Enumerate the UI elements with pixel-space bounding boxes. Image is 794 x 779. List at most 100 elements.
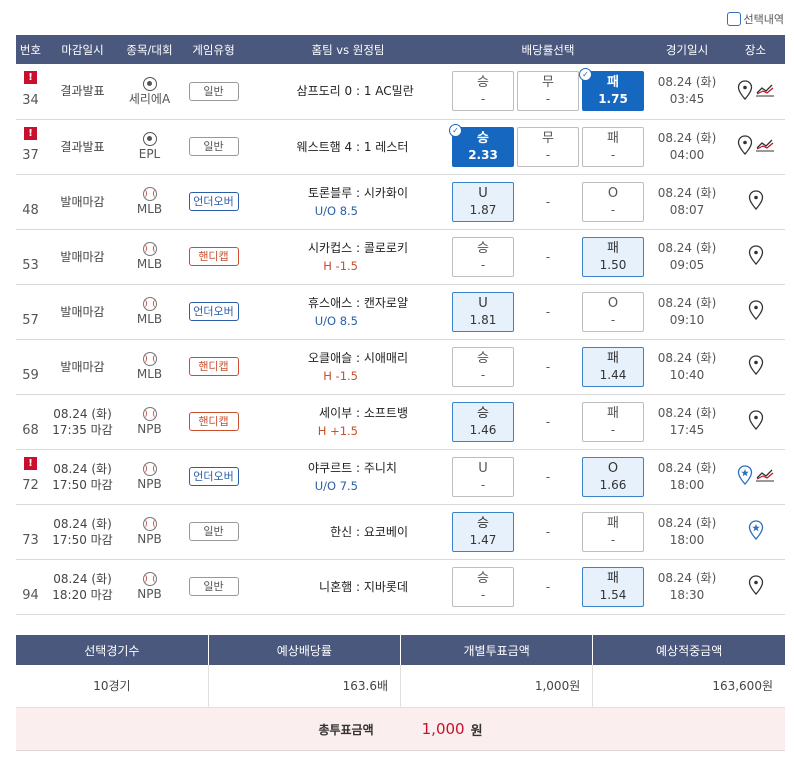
- game-type-cell: 핸디캡: [179, 394, 248, 450]
- odds-value: -: [480, 92, 486, 107]
- close-cell: 결과발표: [45, 64, 120, 120]
- lose-odds-button[interactable]: 패-: [582, 511, 644, 552]
- sport-cell: NPB: [120, 449, 179, 505]
- home-team: 토론블루: [307, 185, 353, 200]
- game-date: 08.24 (화): [657, 515, 717, 530]
- close-time: 17:50 마감: [52, 532, 113, 547]
- summary-odds-header: 예상배당률: [208, 635, 402, 665]
- selection-checkbox-label: 선택내역: [743, 13, 784, 26]
- col-no: 번호: [16, 35, 45, 64]
- lose-odds-button[interactable]: 패 1.54: [582, 566, 644, 607]
- map-pin-icon[interactable]: [748, 245, 764, 268]
- away-team: 콜로로키: [363, 240, 408, 255]
- lose-odds-button[interactable]: O-: [582, 181, 644, 222]
- game-date: 08.24 (화): [657, 130, 717, 145]
- game-date: 08.24 (화): [657, 295, 717, 310]
- game-type-cell: 핸디캡: [179, 339, 248, 395]
- close-cell: 08.24 (화) 17:50 마감: [45, 504, 120, 560]
- map-pin-icon[interactable]: [748, 575, 764, 598]
- win-odds-button[interactable]: U 1.87: [452, 181, 514, 222]
- game-type-cell: 일반: [179, 119, 248, 175]
- sport-cell: NPB: [120, 559, 179, 615]
- game-time: 09:10: [669, 312, 705, 327]
- win-odds-button[interactable]: U-: [452, 456, 514, 497]
- odds-cell: 승 - - 패 1.54: [448, 559, 648, 615]
- game-time: 18:00: [669, 532, 705, 547]
- home-team: 야쿠르트: [307, 460, 353, 475]
- game-date: 08.24 (화): [657, 185, 717, 200]
- odds-cell: ✓ 승 2.33 무 - 패 -: [448, 119, 648, 175]
- away-team: 지바롯데: [363, 579, 408, 594]
- odds-value: -: [480, 257, 486, 272]
- win-odds-button[interactable]: ✓ 승 2.33: [449, 123, 514, 167]
- lose-odds-button[interactable]: 패-: [582, 126, 644, 167]
- odds-cell: 승 - 무 - ✓ 패 1.75: [448, 64, 648, 120]
- game-type-badge: 언더오버: [188, 302, 239, 321]
- map-pin-icon[interactable]: [748, 300, 764, 323]
- odds-value: -: [610, 202, 616, 217]
- trend-chart-icon[interactable]: [755, 138, 775, 155]
- win-odds-button[interactable]: 승-: [452, 71, 514, 112]
- win-odds-button[interactable]: 승 1.46: [452, 401, 514, 442]
- baseball-icon: [142, 407, 157, 421]
- row-number-cell: 59: [16, 339, 45, 395]
- table-row: ! 72 08.24 (화) 17:50 마감 NPB 언더오버 야쿠르트 : 주니…: [16, 449, 785, 505]
- game-type-badge: 핸디캡: [188, 247, 239, 266]
- close-status: 08.24 (화): [53, 516, 112, 531]
- selection-checkbox[interactable]: [726, 12, 741, 26]
- odds-label: 패: [607, 405, 619, 421]
- lose-odds-button[interactable]: O-: [582, 291, 644, 332]
- baseball-icon: [142, 187, 157, 201]
- venue-cell: [726, 174, 785, 230]
- odds-value: -: [480, 367, 486, 382]
- map-pin-icon[interactable]: [748, 355, 764, 378]
- game-type-cell: 일반: [179, 64, 248, 120]
- star-pin-icon[interactable]: [748, 520, 764, 543]
- game-type-badge: 일반: [188, 137, 239, 156]
- lose-odds-button[interactable]: 패 1.50: [582, 236, 644, 277]
- lose-odds-button[interactable]: 패 1.44: [582, 346, 644, 387]
- win-odds-button[interactable]: 승-: [452, 566, 514, 607]
- draw-odds-button[interactable]: 무-: [517, 71, 579, 112]
- map-pin-icon[interactable]: [748, 190, 764, 213]
- close-cell: 08.24 (화) 17:35 마감: [45, 394, 120, 450]
- trend-chart-icon[interactable]: [755, 83, 775, 100]
- row-number-cell: ! 34: [16, 64, 45, 120]
- game-date: 08.24 (화): [657, 405, 717, 420]
- star-pin-icon[interactable]: [737, 465, 753, 488]
- lose-odds-button[interactable]: O 1.66: [582, 456, 644, 497]
- summary-games-value: 10경기: [16, 665, 209, 708]
- close-status: 발매마감: [60, 304, 105, 319]
- map-pin-icon[interactable]: [737, 80, 753, 103]
- win-odds-button[interactable]: 승-: [452, 236, 514, 277]
- trend-chart-icon[interactable]: [755, 468, 775, 485]
- summary-payout-value: 163,600원: [592, 665, 785, 708]
- game-date-cell: 08.24 (화) 03:45: [648, 64, 726, 120]
- row-number: 94: [22, 588, 39, 603]
- map-pin-icon[interactable]: [737, 135, 753, 158]
- table-row: 68 08.24 (화) 17:35 마감 NPB 핸디캡 세이부 : 소프트뱅 …: [16, 394, 785, 450]
- lose-odds-button[interactable]: ✓ 패 1.75: [579, 68, 644, 112]
- away-team: 주니치: [363, 460, 397, 475]
- selection-toggle[interactable]: 선택내역: [726, 11, 784, 27]
- game-time: 03:45: [669, 92, 705, 107]
- match-handicap-line: H -1.5: [323, 258, 358, 273]
- odds-label: O: [607, 460, 619, 476]
- soccer-ball-icon: [142, 76, 157, 91]
- match-cell: 시카컵스 : 콜로로키 H -1.5: [248, 229, 448, 285]
- odds-label: 무: [542, 130, 554, 146]
- venue-cell: [726, 394, 785, 450]
- win-odds-button[interactable]: 승-: [452, 346, 514, 387]
- win-odds-button[interactable]: U 1.81: [452, 291, 514, 332]
- baseball-icon: [142, 572, 157, 586]
- sport-cell: MLB: [120, 174, 179, 230]
- draw-odds-button[interactable]: 무-: [517, 126, 579, 167]
- close-cell: 발매마감: [45, 284, 120, 340]
- close-time: 18:20 마감: [52, 587, 113, 602]
- row-number-cell: 94: [16, 559, 45, 615]
- game-type-cell: 언더오버: [179, 449, 248, 505]
- lose-odds-button[interactable]: 패-: [582, 401, 644, 442]
- table-row: ! 37 결과발표 EPL 일반 웨스트햄 4 : 1 레스터 ✓ 승 2.33 무 - 패…: [16, 119, 785, 175]
- map-pin-icon[interactable]: [748, 410, 764, 433]
- win-odds-button[interactable]: 승 1.47: [452, 511, 514, 552]
